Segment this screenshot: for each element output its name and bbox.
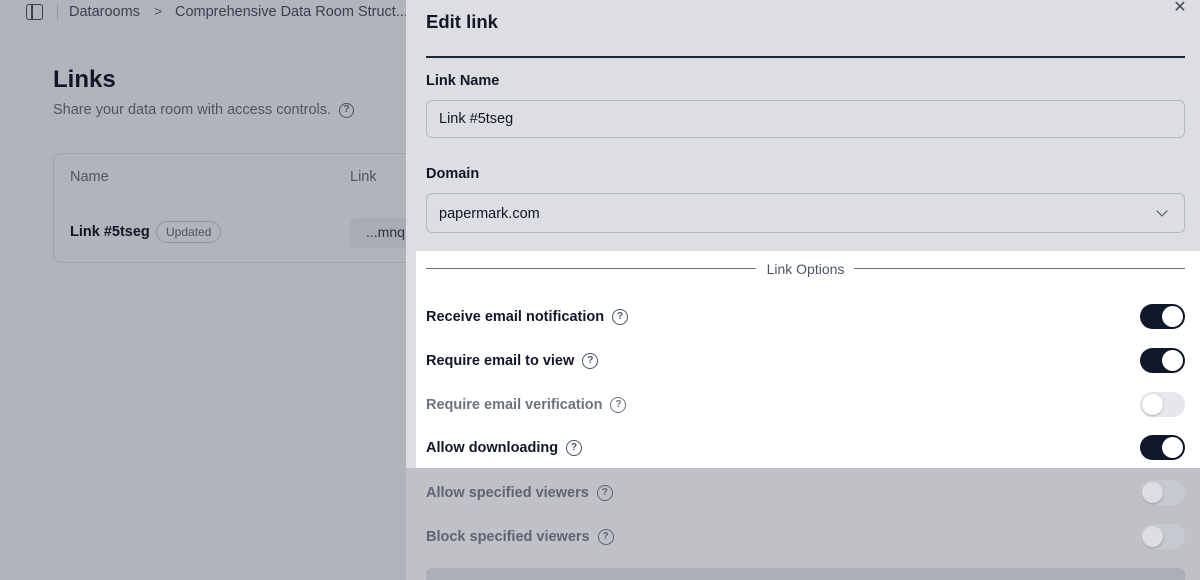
help-icon[interactable]: ? [582, 353, 599, 369]
receive-email-notification-toggle[interactable] [1140, 304, 1185, 329]
option-label-text: Receive email notification [426, 309, 605, 325]
option-label-require-email-to-view: Require email to view ? [426, 353, 599, 369]
allow-specified-viewers-toggle[interactable] [1140, 480, 1185, 505]
toggle-knob [1162, 306, 1183, 327]
help-icon[interactable]: ? [610, 397, 627, 413]
option-row-allow-specified-viewers: Allow specified viewers ? [426, 480, 1185, 506]
toggle-knob [1162, 437, 1183, 458]
option-row-require-email-to-view: Require email to view ? [426, 348, 1185, 374]
divider-line-right [854, 268, 1185, 269]
option-label-text: Allow specified viewers [426, 485, 589, 501]
option-label-block-specified-viewers: Block specified viewers ? [426, 529, 614, 545]
block-specified-viewers-toggle[interactable] [1140, 524, 1185, 549]
toggle-knob [1142, 394, 1163, 415]
option-label-allow-specified-viewers: Allow specified viewers ? [426, 485, 613, 501]
help-icon[interactable]: ? [566, 440, 583, 456]
toggle-knob [1162, 350, 1183, 371]
link-options-divider: Link Options [426, 260, 1185, 278]
option-row-receive-email-notification: Receive email notification ? [426, 304, 1185, 330]
option-label-text: Require email to view [426, 353, 575, 369]
option-label-text: Require email verification [426, 397, 603, 413]
help-icon[interactable]: ? [596, 485, 613, 501]
option-row-block-specified-viewers: Block specified viewers ? [426, 524, 1185, 550]
require-email-to-view-toggle[interactable] [1140, 348, 1185, 373]
option-label-receive-email-notification: Receive email notification ? [426, 309, 629, 325]
help-icon[interactable]: ? [612, 309, 629, 325]
option-label-text: Allow downloading [426, 440, 559, 456]
option-row-require-email-verification: Require email verification ? [426, 392, 1185, 418]
allow-downloading-toggle[interactable] [1140, 435, 1185, 460]
help-icon[interactable]: ? [597, 529, 614, 545]
option-label-allow-downloading: Allow downloading ? [426, 440, 583, 456]
toggle-knob [1142, 482, 1163, 503]
option-row-allow-downloading: Allow downloading ? [426, 435, 1185, 461]
option-label-text: Block specified viewers [426, 529, 590, 545]
edit-link-sheet: Edit link ✕ Link Name Domain papermark.c… [406, 0, 1200, 580]
link-options-label: Link Options [766, 261, 845, 277]
require-email-verification-toggle[interactable] [1140, 392, 1185, 417]
option-label-require-email-verification: Require email verification ? [426, 397, 627, 413]
toggle-knob [1142, 526, 1163, 547]
